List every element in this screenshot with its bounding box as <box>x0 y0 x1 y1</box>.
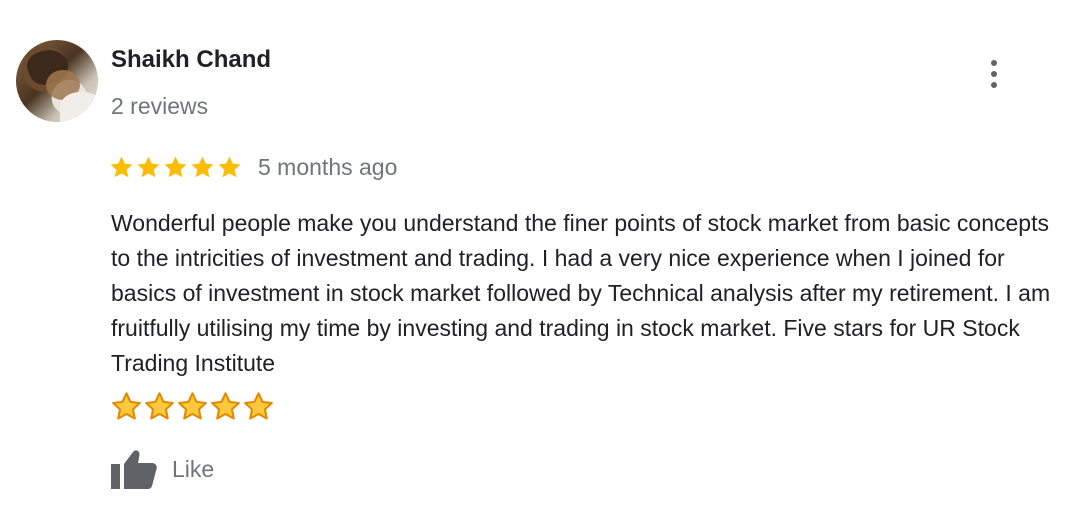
reviewer-avatar[interactable] <box>16 40 98 122</box>
star-filled-icon <box>137 156 160 177</box>
reviewer-name[interactable]: Shaikh Chand <box>111 46 271 74</box>
like-label: Like <box>172 455 215 482</box>
review-count[interactable]: 2 reviews <box>111 93 208 120</box>
thumbs-up-icon <box>111 450 157 489</box>
star-emoji-icon <box>211 392 240 420</box>
star-rating <box>109 155 244 180</box>
avatar-photo-detail <box>60 92 98 122</box>
rating-row: 5 months ago <box>109 152 397 182</box>
star-filled-icon <box>110 156 133 177</box>
star-filled-icon <box>164 156 187 177</box>
star-filled-icon <box>218 156 241 177</box>
star-emoji-icon <box>244 392 273 420</box>
star-emoji-icon <box>145 392 174 420</box>
more-options-button[interactable] <box>978 56 1010 92</box>
review-time: 5 months ago <box>258 153 398 180</box>
emoji-stars: ⭐⭐⭐⭐⭐ <box>111 391 276 422</box>
star-emoji-icon <box>178 392 207 420</box>
star-filled-icon <box>191 156 214 177</box>
star-emoji-icon <box>112 392 141 420</box>
review-card: Shaikh Chand 2 reviews 5 months ago Wond… <box>0 0 1080 510</box>
like-button[interactable]: Like <box>110 448 214 490</box>
review-text: Wonderful people make you understand the… <box>111 210 1051 376</box>
